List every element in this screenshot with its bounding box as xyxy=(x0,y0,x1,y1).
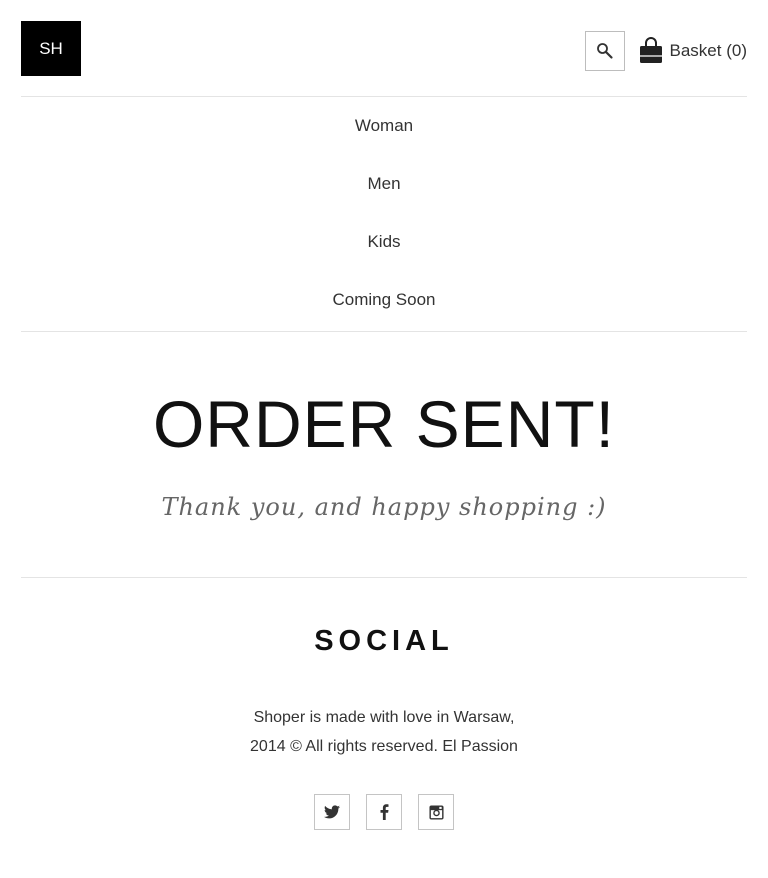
copyright-text: Shoper is made with love in Warsaw, 2014… xyxy=(0,703,768,761)
page: SH Basket (0) Woman Men Kids Coming Soon… xyxy=(0,0,768,878)
copyright-line: 2014 © All rights reserved. El Passion xyxy=(250,738,518,755)
nav-item-woman[interactable]: Woman xyxy=(21,97,747,155)
nav-item-kids[interactable]: Kids xyxy=(21,213,747,271)
page-title: ORDER SENT! xyxy=(152,387,616,461)
search-button[interactable] xyxy=(585,31,625,71)
basket-link[interactable]: Basket (0) xyxy=(638,35,747,67)
twitter-button[interactable] xyxy=(314,794,350,830)
facebook-button[interactable] xyxy=(366,794,402,830)
main-nav: Woman Men Kids Coming Soon xyxy=(21,97,747,329)
social-links xyxy=(314,794,454,830)
copyright-line: Shoper is made with love in Warsaw, xyxy=(253,709,515,726)
instagram-icon xyxy=(428,804,444,820)
instagram-button[interactable] xyxy=(418,794,454,830)
nav-item-coming-soon[interactable]: Coming Soon xyxy=(21,271,747,329)
twitter-icon xyxy=(324,805,340,819)
social-heading: SOCIAL xyxy=(314,625,454,657)
divider xyxy=(21,331,747,332)
nav-item-men[interactable]: Men xyxy=(21,155,747,213)
shopping-bag-icon xyxy=(639,37,662,63)
logo-text: SH xyxy=(39,38,63,58)
thank-you-message: Thank you, and happy shopping :) xyxy=(161,493,607,521)
basket-label: Basket (0) xyxy=(669,41,747,60)
logo-link[interactable]: SH xyxy=(21,21,81,76)
divider xyxy=(21,577,747,578)
site-header: SH Basket (0) xyxy=(21,21,747,76)
search-icon xyxy=(597,43,613,59)
facebook-icon xyxy=(380,804,388,820)
